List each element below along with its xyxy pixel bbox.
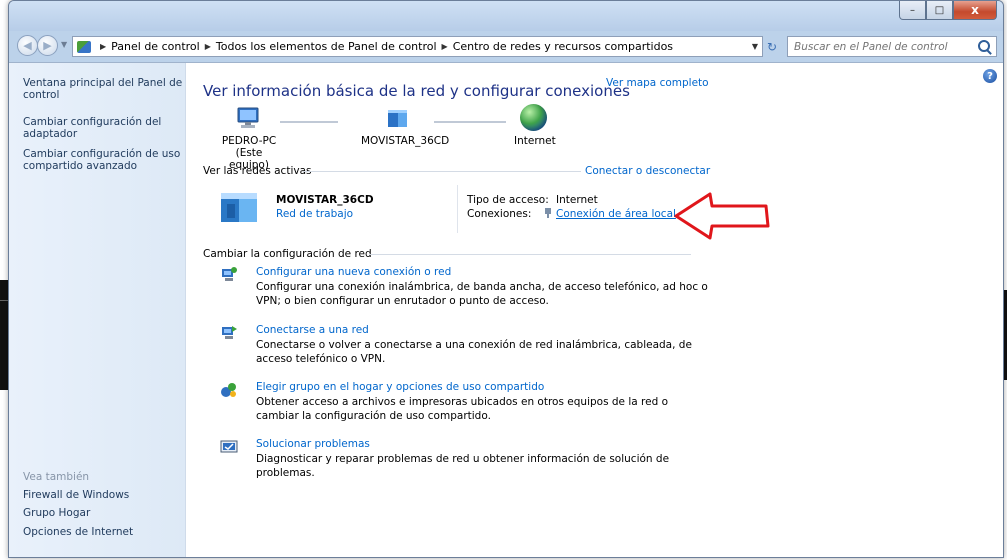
connect-network-link[interactable]: Conectarse a una red bbox=[256, 324, 369, 336]
access-type-label: Tipo de acceso: bbox=[467, 194, 549, 206]
access-type-value: Internet bbox=[556, 194, 598, 206]
ethernet-icon bbox=[545, 208, 551, 218]
back-button[interactable]: ◀ bbox=[17, 35, 38, 56]
local-area-connection-link[interactable]: Conexión de área local bbox=[556, 208, 676, 220]
new-connection-link[interactable]: Configurar una nueva conexión o red bbox=[256, 266, 451, 278]
control-panel-icon bbox=[77, 40, 91, 53]
troubleshoot-desc: Diagnosticar y reparar problemas de red … bbox=[256, 453, 670, 479]
search-input[interactable] bbox=[794, 38, 972, 55]
search-box[interactable] bbox=[787, 36, 997, 57]
network-icon bbox=[388, 110, 407, 127]
network-type-link[interactable]: Red de trabajo bbox=[276, 208, 353, 220]
connection-line bbox=[280, 121, 338, 123]
sidebar-link-firewall[interactable]: Firewall de Windows bbox=[23, 489, 183, 501]
breadcrumb-control-panel[interactable]: Panel de control bbox=[111, 40, 200, 53]
troubleshoot-link[interactable]: Solucionar problemas bbox=[256, 438, 370, 450]
section-divider bbox=[303, 171, 581, 172]
internet-label: Internet bbox=[514, 135, 556, 147]
troubleshoot-icon bbox=[220, 440, 238, 453]
close-button[interactable]: x bbox=[953, 1, 997, 20]
connection-line bbox=[434, 121, 506, 123]
forward-arrow-icon: ▶ bbox=[43, 39, 52, 52]
network-name: MOVISTAR_36CD bbox=[361, 135, 450, 147]
connect-network-icon bbox=[222, 326, 237, 339]
change-settings-heading: Cambiar la configuración de red bbox=[203, 248, 372, 260]
pc-name: PEDRO-PC bbox=[221, 135, 277, 147]
connect-disconnect-link[interactable]: Conectar o desconectar bbox=[585, 165, 710, 177]
explorer-window: – □ x ◀ ▶ ▼ ▶ Panel de control ▶ Todos l… bbox=[8, 0, 1004, 558]
page-title: Ver información básica de la red y confi… bbox=[203, 82, 630, 100]
work-network-icon bbox=[221, 193, 257, 222]
homegroup-link[interactable]: Elegir grupo en el hogar y opciones de u… bbox=[256, 381, 544, 393]
connect-network-desc: Conectarse o volver a conectarse a una c… bbox=[256, 339, 692, 365]
chevron-right-icon[interactable]: ▶ bbox=[205, 42, 211, 51]
sidebar-link-homegroup[interactable]: Grupo Hogar bbox=[23, 507, 183, 519]
breadcrumb-all-items[interactable]: Todos los elementos de Panel de control bbox=[216, 40, 437, 53]
maximize-button[interactable]: □ bbox=[926, 1, 953, 20]
address-dropdown-icon[interactable]: ▼ bbox=[752, 42, 758, 51]
globe-icon bbox=[520, 104, 547, 131]
connections-label: Conexiones: bbox=[467, 208, 532, 220]
homegroup-icon bbox=[221, 383, 236, 397]
sidebar-link-internet-options[interactable]: Opciones de Internet bbox=[23, 526, 183, 538]
sidebar-link-sharing-settings[interactable]: Cambiar configuración de uso compartido … bbox=[23, 148, 183, 172]
help-icon[interactable]: ? bbox=[983, 69, 997, 83]
chevron-right-icon[interactable]: ▶ bbox=[442, 42, 448, 51]
breadcrumb-network-center[interactable]: Centro de redes y recursos compartidos bbox=[453, 40, 673, 53]
navigation-bar: ◀ ▶ ▼ ▶ Panel de control ▶ Todos los ele… bbox=[9, 31, 1003, 61]
computer-icon bbox=[237, 107, 259, 128]
back-arrow-icon: ◀ bbox=[23, 39, 32, 52]
view-full-map-link[interactable]: Ver mapa completo bbox=[606, 77, 709, 89]
title-bar: – □ x bbox=[9, 1, 1003, 31]
search-icon[interactable] bbox=[978, 40, 990, 52]
details-divider bbox=[457, 185, 458, 233]
sidebar-link-adapter-settings[interactable]: Cambiar configuración del adaptador bbox=[23, 116, 183, 140]
recent-pages-dropdown[interactable]: ▼ bbox=[61, 40, 68, 52]
see-also-heading: Vea también bbox=[23, 471, 90, 483]
refresh-icon[interactable]: ↻ bbox=[767, 40, 777, 54]
active-network-name: MOVISTAR_36CD bbox=[276, 194, 374, 206]
content-area: Ventana principal del Panel de control C… bbox=[9, 62, 1003, 557]
address-bar[interactable]: ▶ Panel de control ▶ Todos los elementos… bbox=[72, 36, 763, 57]
caption-buttons: – □ x bbox=[899, 1, 997, 20]
homegroup-desc: Obtener acceso a archivos e impresoras u… bbox=[256, 396, 669, 422]
chevron-right-icon[interactable]: ▶ bbox=[100, 42, 106, 51]
new-connection-desc: Configurar una conexión inalámbrica, de … bbox=[256, 281, 708, 307]
forward-button[interactable]: ▶ bbox=[37, 35, 58, 56]
sidebar: Ventana principal del Panel de control C… bbox=[9, 63, 186, 557]
minimize-button[interactable]: – bbox=[899, 1, 926, 20]
main-panel: ? Ver información básica de la red y con… bbox=[186, 63, 1003, 557]
new-connection-icon bbox=[222, 267, 237, 281]
active-networks-heading: Ver las redes activas bbox=[203, 165, 312, 177]
red-arrow-annotation bbox=[674, 192, 770, 240]
sidebar-link-control-panel-home[interactable]: Ventana principal del Panel de control bbox=[23, 77, 183, 101]
section-divider bbox=[369, 254, 691, 255]
